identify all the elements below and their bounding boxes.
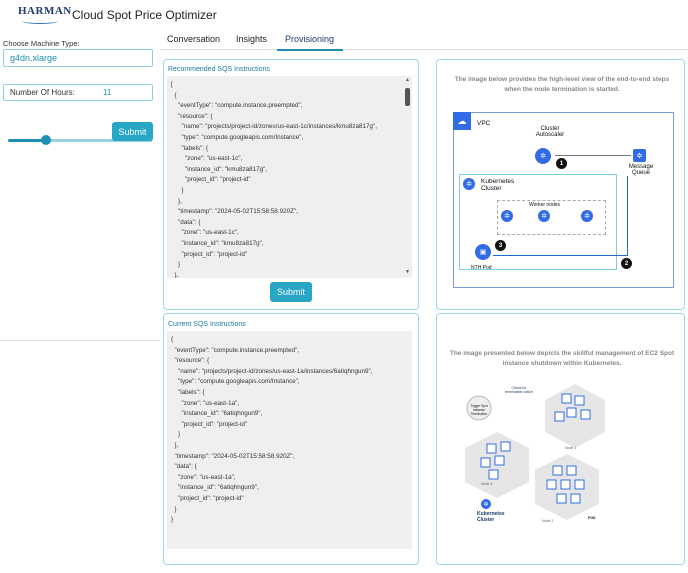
- scroll-down-icon[interactable]: ▼: [405, 270, 410, 275]
- recommended-submit-button[interactable]: Submit: [270, 282, 312, 302]
- scroll-thumb[interactable]: [405, 88, 410, 106]
- sidebar-divider: [0, 340, 160, 341]
- cube: [580, 409, 591, 420]
- app-title: Cloud Spot Price Optimizer: [72, 8, 217, 22]
- node-3-label: Node 3: [481, 482, 493, 486]
- cube: [488, 469, 499, 480]
- current-sqs-panel: Current SQS Instructions { "eventType": …: [163, 313, 419, 565]
- current-sqs-code-text: { "eventType": "compute.instance.preempt…: [171, 336, 373, 524]
- cube: [552, 465, 563, 476]
- app-header: HARMAN Cloud Spot Price Optimizer: [0, 0, 688, 28]
- tab-provisioning[interactable]: Provisioning: [285, 34, 334, 44]
- recommended-sqs-title: Recommended SQS Instructions: [168, 66, 270, 73]
- worker-node-2-icon: ✲: [538, 210, 550, 222]
- cloud-icon: ☁: [453, 112, 471, 130]
- cube: [560, 479, 571, 490]
- step-3-badge: 3: [495, 240, 506, 251]
- hours-field[interactable]: Number Of Hours: 11: [3, 84, 153, 101]
- sidebar: Choose Machine Type: g4dn.xlarge Number …: [0, 28, 160, 573]
- recommended-sqs-panel: Recommended SQS Instructions [ { "eventT…: [163, 59, 419, 310]
- cube: [554, 411, 565, 422]
- tab-bar: Conversation Insights Provisioning: [160, 30, 688, 51]
- recommended-sqs-code-text: [ { "eventType": "compute.instance.preem…: [171, 81, 377, 278]
- cube: [570, 493, 581, 504]
- queue-line-horizontal: [493, 255, 628, 256]
- logo-text: HARMAN: [18, 5, 72, 17]
- logo-swoosh: [22, 18, 58, 24]
- hours-value: 11: [103, 88, 112, 97]
- machine-type-label: Choose Machine Type:: [3, 39, 80, 48]
- diagram-spot-caption: The image presented below depicts the sk…: [449, 350, 675, 367]
- check-termination-label: Check for termination notice: [505, 386, 533, 394]
- worker-node-1-icon: ✲: [501, 210, 513, 222]
- active-tab-indicator: [277, 49, 343, 51]
- cube: [561, 393, 572, 404]
- nth-pod-label: NTH Pod: [471, 265, 492, 271]
- worker-nodes-label: Worker nodes: [529, 202, 561, 208]
- message-queue-label: Message Queue: [628, 164, 654, 176]
- message-queue-icon: ✲: [633, 149, 646, 162]
- cube: [574, 479, 585, 490]
- harman-logo: HARMAN: [18, 3, 71, 27]
- cluster-icon: ✲: [463, 178, 475, 190]
- step-1-badge: 1: [556, 158, 567, 169]
- autoscaler-label: Cluster Autoscaler: [535, 126, 565, 138]
- sidebar-submit-button[interactable]: Submit: [112, 122, 153, 141]
- pod-label: POD: [588, 516, 596, 520]
- diagram-termination-panel: The image below provides the high-level …: [436, 59, 685, 310]
- current-sqs-title: Current SQS Instructions: [168, 321, 246, 328]
- hours-slider-thumb[interactable]: [41, 135, 51, 145]
- vpc-label: VPC: [477, 120, 491, 127]
- cube: [480, 457, 491, 468]
- node-2-label: Node 2: [542, 519, 554, 523]
- recommended-code-scrollbar[interactable]: ▲ ▼: [405, 78, 410, 276]
- trigger-termination-label: Trigger Spot Instance Termination: [470, 404, 488, 416]
- step-2-badge: 2: [621, 258, 632, 269]
- kubernetes-cluster-label-2: Kubernetes Cluster: [477, 511, 505, 523]
- cube: [486, 443, 497, 454]
- diagram-termination-caption: The image below provides the high-level …: [454, 76, 670, 93]
- scroll-up-icon[interactable]: ▲: [405, 78, 410, 83]
- tab-conversation[interactable]: Conversation: [167, 34, 220, 44]
- node-1-label: Node 1: [565, 446, 577, 450]
- arrow-to-queue: [555, 155, 631, 156]
- machine-type-input[interactable]: g4dn.xlarge: [3, 49, 153, 67]
- cube: [566, 465, 577, 476]
- cube: [500, 441, 511, 452]
- cube: [574, 395, 585, 406]
- cube: [556, 493, 567, 504]
- worker-node-3-icon: ✲: [581, 210, 593, 222]
- tab-insights[interactable]: Insights: [236, 34, 267, 44]
- cube: [546, 479, 557, 490]
- recommended-sqs-code[interactable]: [ { "eventType": "compute.instance.preem…: [167, 76, 412, 278]
- kubernetes-icon: ✲: [481, 499, 491, 509]
- nth-pod-icon: ▣: [475, 244, 491, 260]
- diagram-spot-panel: The image presented below depicts the sk…: [436, 313, 685, 565]
- queue-line-vertical: [627, 176, 628, 256]
- cube: [494, 455, 505, 466]
- current-sqs-code[interactable]: { "eventType": "compute.instance.preempt…: [167, 331, 412, 549]
- kubernetes-cluster-label: Kubernetes Cluster: [481, 178, 515, 192]
- autoscaler-icon: ✲: [535, 148, 551, 164]
- cube: [566, 407, 577, 418]
- hours-label: Number Of Hours:: [10, 88, 75, 97]
